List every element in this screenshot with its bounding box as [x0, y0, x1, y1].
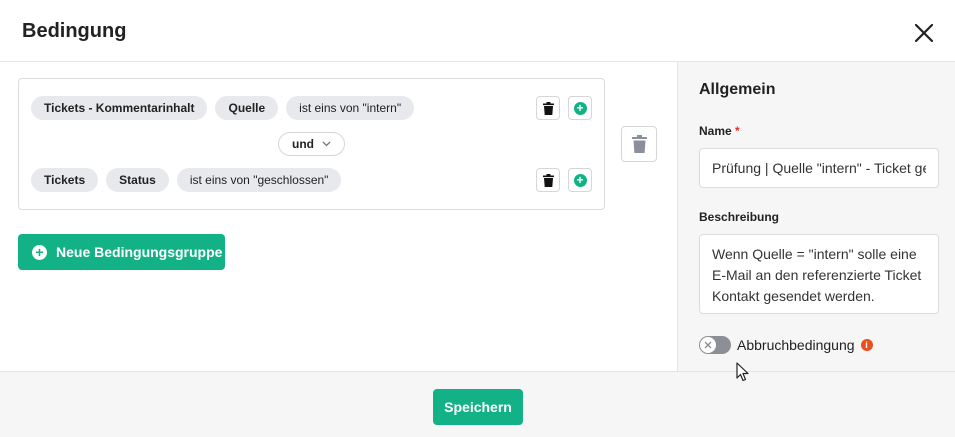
delete-condition-button[interactable]	[536, 168, 560, 192]
add-condition-button[interactable]: +	[568, 168, 592, 192]
delete-group-button[interactable]	[621, 126, 657, 162]
conditions-panel: Tickets - Kommentarinhalt Quelle ist ein…	[0, 62, 677, 371]
plus-circle-icon: +	[573, 101, 587, 115]
dialog-footer: Speichern	[0, 371, 955, 437]
condition-row: Tickets Status ist eins von "geschlossen…	[31, 168, 342, 192]
section-title: Allgemein	[699, 81, 776, 98]
required-mark: *	[735, 124, 740, 138]
delete-condition-button[interactable]	[536, 96, 560, 120]
description-input[interactable]: Wenn Quelle = "intern" solle eine E-Mail…	[699, 234, 939, 314]
description-label: Beschreibung	[699, 210, 780, 224]
condition-group: Tickets - Kommentarinhalt Quelle ist ein…	[18, 78, 605, 210]
row-actions: +	[536, 168, 592, 192]
trash-icon	[631, 135, 647, 153]
object-chip[interactable]: Tickets	[31, 168, 99, 192]
chevron-down-icon	[322, 141, 331, 147]
save-button[interactable]: Speichern	[433, 389, 523, 425]
add-condition-button[interactable]: +	[568, 96, 592, 120]
row-actions: +	[536, 96, 592, 120]
operator-value-chip[interactable]: ist eins von "intern"	[286, 96, 415, 120]
info-icon[interactable]: i	[860, 339, 873, 351]
field-chip[interactable]: Status	[106, 168, 169, 192]
dialog-title: Bedingung	[22, 20, 127, 42]
new-group-label: Neue Bedingungsgruppe	[56, 244, 223, 260]
name-input[interactable]	[699, 148, 939, 188]
trash-icon	[542, 173, 554, 187]
abort-condition-label: Abbruchbedingung	[737, 337, 855, 353]
mouse-cursor-icon	[736, 362, 749, 382]
name-label: Name *	[699, 124, 740, 138]
x-icon	[704, 341, 712, 349]
plus-circle-icon: +	[32, 244, 47, 260]
general-sidebar: Allgemein Name * Beschreibung Wenn Quell…	[677, 62, 955, 371]
abort-condition-toggle[interactable]	[699, 336, 731, 354]
connector-label: und	[292, 137, 314, 151]
operator-value-chip[interactable]: ist eins von "geschlossen"	[176, 168, 342, 192]
condition-row: Tickets - Kommentarinhalt Quelle ist ein…	[31, 96, 415, 120]
field-chip[interactable]: Quelle	[215, 96, 279, 120]
close-icon	[914, 23, 934, 43]
abort-condition-row: Abbruchbedingung i	[699, 335, 873, 355]
plus-circle-icon: +	[573, 173, 587, 187]
dialog-header: Bedingung	[0, 0, 955, 62]
toggle-knob	[700, 337, 716, 353]
new-condition-group-button[interactable]: + Neue Bedingungsgruppe	[18, 234, 225, 270]
name-label-text: Name	[699, 124, 732, 138]
close-button[interactable]	[908, 18, 940, 48]
object-chip[interactable]: Tickets - Kommentarinhalt	[31, 96, 208, 120]
connector-select[interactable]: und	[278, 132, 345, 156]
trash-icon	[542, 101, 554, 115]
